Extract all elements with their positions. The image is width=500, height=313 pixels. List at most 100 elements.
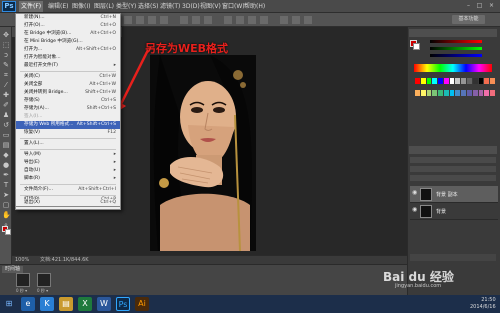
menu-item-scripts[interactable]: 脚本(R) ▸: [16, 175, 120, 183]
workspace-switcher[interactable]: 基本功能: [452, 15, 485, 24]
quick-select-tool-icon[interactable]: ✎: [2, 61, 10, 69]
menu-select[interactable]: 选择(S): [136, 1, 161, 12]
menu-help[interactable]: 帮助(H): [242, 1, 267, 12]
color-spectrum-bar[interactable]: [414, 64, 492, 72]
crop-tool-icon[interactable]: ⌗: [2, 71, 10, 79]
color-panel-bg-swatch[interactable]: [413, 43, 420, 50]
blur-tool-icon[interactable]: ◆: [2, 151, 10, 159]
frame-delay[interactable]: 0 秒 ▾: [37, 288, 48, 294]
menu-item-save-as[interactable]: 存储为(A)... Shift+Ctrl+S: [16, 105, 120, 113]
menu-separator: [20, 138, 116, 139]
menu-item-close-all[interactable]: 关闭全部 Alt+Ctrl+W: [16, 81, 120, 89]
dodge-tool-icon[interactable]: ●: [2, 161, 10, 169]
layers-panel-tabs[interactable]: [409, 146, 497, 154]
menu-item-close-go-bridge[interactable]: 关闭并转到 Bridge... Shift+Ctrl+W: [16, 89, 120, 97]
menu-item-open-smart-object[interactable]: 打开为智能对象...: [16, 54, 120, 62]
layer-row[interactable]: ◉ 背景: [410, 203, 498, 220]
minimize-button[interactable]: –: [464, 1, 473, 10]
eraser-tool-icon[interactable]: ▭: [2, 131, 10, 139]
menu-item-open-as[interactable]: 打开为... Alt+Shift+Ctrl+O: [16, 46, 120, 54]
menu-type[interactable]: 类型(Y): [114, 1, 138, 12]
menu-item-browse-mini-bridge[interactable]: 在 Mini Bridge 中浏览(G)...: [16, 38, 120, 46]
menu-bar: Ps 文件(F) 编辑(E) 图像(I) 图层(L) 类型(Y) 选择(S) 滤…: [0, 0, 500, 13]
clone-stamp-tool-icon[interactable]: ♟: [2, 111, 10, 119]
windows-taskbar: ⊞ e K ▤ X W Ps Ai 21:50 2014/6/16: [0, 295, 500, 313]
clock-date: 2014/6/16: [470, 304, 496, 310]
eye-icon[interactable]: ◉: [412, 207, 418, 213]
status-bar: 100% 文档:421.1K/844.6K: [12, 255, 407, 264]
menu-filter[interactable]: 滤镜(T): [158, 1, 182, 12]
eyedropper-tool-icon[interactable]: ⁄: [2, 81, 10, 89]
menu-item-exit[interactable]: 退出(X) Ctrl+Q: [15, 199, 121, 207]
close-button[interactable]: ×: [487, 1, 496, 10]
red-slider[interactable]: [430, 40, 482, 43]
menu-item-revert[interactable]: 恢复(V) F12: [16, 129, 120, 137]
menu-layer[interactable]: 图层(L): [92, 1, 116, 12]
layer-thumbnail: [420, 205, 432, 218]
menu-item-import[interactable]: 导入(M) ▸: [16, 151, 120, 159]
windows-start-icon[interactable]: ⊞: [2, 297, 16, 311]
layers-footer-buttons[interactable]: [410, 254, 496, 261]
timeline-tab[interactable]: 时间轴: [2, 266, 24, 273]
animation-frame[interactable]: [37, 273, 51, 287]
animation-frame[interactable]: [16, 273, 30, 287]
menu-item-save[interactable]: 存储(S) Ctrl+S: [16, 97, 120, 105]
menu-item-recent-files[interactable]: 最近打开文件(T) ▸: [16, 62, 120, 70]
hand-tool-icon[interactable]: ✋: [2, 211, 11, 219]
excel-icon[interactable]: X: [78, 297, 92, 311]
file-explorer-icon[interactable]: ▤: [59, 297, 73, 311]
blend-mode-row[interactable]: [410, 166, 496, 172]
color-panel-tabs[interactable]: [409, 29, 497, 37]
menu-item-check-in[interactable]: 签入(I)...: [16, 113, 120, 121]
illustrator-taskbar-icon[interactable]: Ai: [135, 297, 149, 311]
menu-edit[interactable]: 编辑(E): [46, 1, 70, 12]
portrait-image: [150, 55, 256, 251]
pen-tool-icon[interactable]: ✒: [2, 171, 10, 179]
menu-item-place[interactable]: 置入(L)...: [16, 140, 120, 148]
word-icon[interactable]: W: [97, 297, 111, 311]
layer-thumbnail: [420, 188, 432, 201]
photoshop-window: Ps 文件(F) 编辑(E) 图像(I) 图层(L) 类型(Y) 选择(S) 滤…: [0, 0, 500, 295]
k-app-icon[interactable]: K: [40, 297, 54, 311]
menu-item-open[interactable]: 打开(O)... Ctrl+O: [16, 22, 120, 30]
menu-image[interactable]: 图像(I): [70, 1, 92, 12]
healing-brush-tool-icon[interactable]: ✚: [2, 91, 10, 99]
menu-item-new[interactable]: 新建(N)... Ctrl+N: [16, 14, 120, 22]
lock-row[interactable]: [410, 175, 496, 181]
path-select-tool-icon[interactable]: ➤: [2, 191, 10, 199]
menu-item-file-info[interactable]: 文件简介(F)... Alt+Shift+Ctrl+I: [16, 186, 120, 194]
brush-tool-icon[interactable]: ✐: [2, 101, 10, 109]
frame-delay[interactable]: 0 秒 ▾: [16, 288, 27, 294]
history-brush-tool-icon[interactable]: ↺: [2, 121, 10, 129]
tray-clock[interactable]: 21:50 2014/6/16: [470, 297, 496, 311]
move-tool-icon[interactable]: ✥: [2, 31, 10, 39]
photoshop-taskbar-icon[interactable]: Ps: [116, 297, 130, 311]
menu-separator: [20, 184, 116, 185]
menu-item-automate[interactable]: 自动(U) ▸: [16, 167, 120, 175]
gradient-tool-icon[interactable]: ▤: [2, 141, 10, 149]
menu-separator: [20, 149, 116, 150]
menu-item-save-for-web[interactable]: 存储为 Web 所用格式... Alt+Shift+Ctrl+S: [16, 121, 120, 129]
swatches-grid[interactable]: [415, 78, 495, 100]
shape-tool-icon[interactable]: ▢: [2, 201, 10, 209]
eye-icon[interactable]: ◉: [412, 190, 418, 196]
lasso-tool-icon[interactable]: ↄ: [2, 51, 10, 59]
ie-browser-icon[interactable]: e: [21, 297, 35, 311]
menu-item-close[interactable]: 关闭(C) Ctrl+W: [16, 73, 120, 81]
maximize-button[interactable]: □: [475, 1, 484, 10]
clock-time: 21:50: [481, 297, 496, 303]
layers-filter-bar[interactable]: [410, 157, 496, 163]
menu-item-export[interactable]: 导出(E) ▸: [16, 159, 120, 167]
tools-panel: ✥ ⬚ ↄ ✎ ⌗ ⁄ ✚ ✐ ♟ ↺ ▭ ▤ ◆ ● ✒ T ➤ ▢ ✋ ⌕: [0, 27, 12, 282]
green-slider[interactable]: [430, 47, 482, 50]
layer-row[interactable]: ◉ 背景 副本: [410, 186, 498, 203]
file-menu-dropdown: 新建(N)... Ctrl+N 打开(O)... Ctrl+O 在 Bridge 中…: [15, 13, 121, 210]
timeline-panel: 时间轴 0 秒 ▾ 0 秒 ▾: [0, 264, 407, 295]
menu-file[interactable]: 文件(F): [19, 1, 44, 12]
marquee-tool-icon[interactable]: ⬚: [2, 41, 10, 49]
menu-item-browse-bridge[interactable]: 在 Bridge 中浏览(B)... Alt+Ctrl+O: [16, 30, 120, 38]
background-color-swatch[interactable]: [5, 229, 11, 235]
type-tool-icon[interactable]: T: [2, 181, 10, 189]
blue-slider[interactable]: [430, 54, 482, 57]
options-controls: [124, 16, 312, 24]
